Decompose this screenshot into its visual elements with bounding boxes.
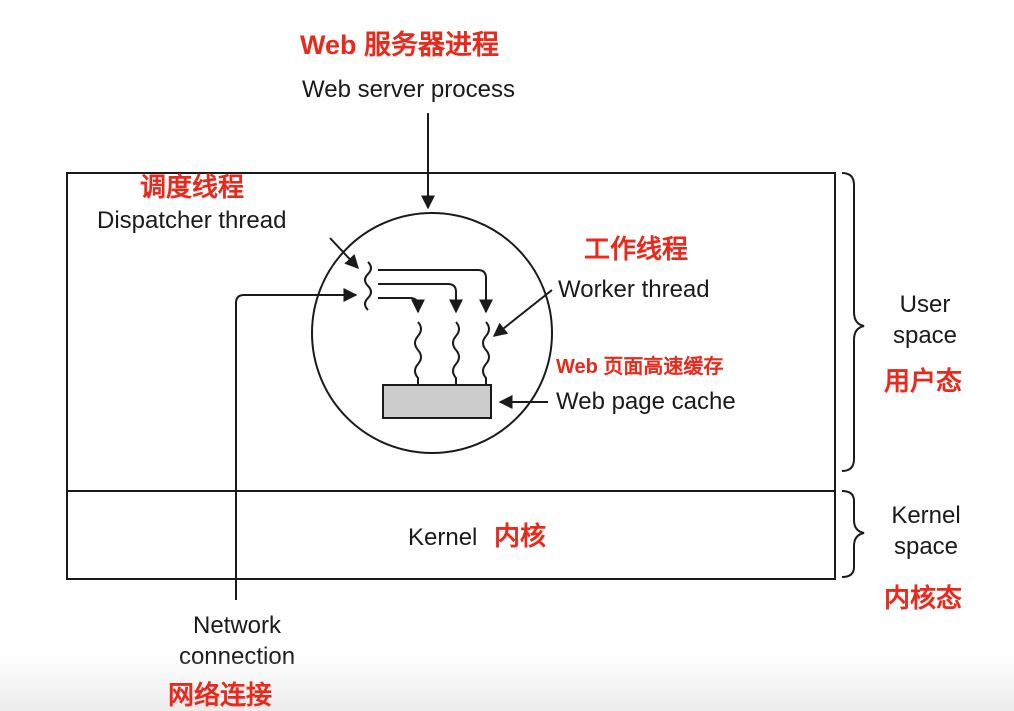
user-space-cn-label: 用户态 bbox=[884, 366, 963, 396]
network-connection-label-line1: Network bbox=[192, 612, 282, 639]
architecture-diagram bbox=[66, 113, 865, 600]
web-server-process-cn-label: Web 服务器进程 bbox=[300, 30, 500, 60]
network-connection-cn-label: 网络连接 bbox=[168, 680, 273, 710]
kernel-space-label-line1: Kernel bbox=[891, 502, 961, 529]
kernel-label: Kernel bbox=[408, 524, 478, 551]
web-page-cache-block bbox=[382, 384, 492, 419]
web-page-cache-cn-label: Web 页面高速缓存 bbox=[556, 356, 724, 378]
dispatcher-thread-cn-label: 调度线程 bbox=[140, 172, 245, 202]
user-space-label-line2: space bbox=[892, 322, 958, 349]
worker-pointer-arrow bbox=[492, 289, 553, 337]
worker-thread-squiggle-2 bbox=[452, 321, 460, 384]
dispatcher-thread-label: Dispatcher thread bbox=[97, 207, 287, 234]
user-space-brace bbox=[841, 172, 865, 472]
worker-thread-squiggle-1 bbox=[414, 321, 422, 384]
dispatch-arrow-to-worker-3 bbox=[378, 269, 493, 314]
bottom-fade-overlay bbox=[0, 655, 1014, 711]
dispatch-arrow-to-worker-1 bbox=[378, 297, 425, 314]
kernel-cn-label: 内核 bbox=[494, 521, 547, 551]
kernel-space-cn-label: 内核态 bbox=[884, 583, 963, 613]
kernel-space-brace bbox=[841, 490, 865, 578]
worker-thread-cn-label: 工作线程 bbox=[584, 234, 689, 264]
worker-thread-squiggle-3 bbox=[482, 321, 490, 384]
kernel-space-label-line2: space bbox=[893, 533, 959, 560]
user-space-label-line1: User bbox=[899, 291, 951, 318]
dispatcher-thread-squiggle bbox=[364, 261, 372, 311]
web-page-cache-label: Web page cache bbox=[556, 388, 736, 415]
web-server-process-label: Web server process bbox=[302, 76, 515, 103]
worker-thread-label: Worker thread bbox=[558, 276, 710, 303]
network-connection-line bbox=[235, 288, 358, 600]
